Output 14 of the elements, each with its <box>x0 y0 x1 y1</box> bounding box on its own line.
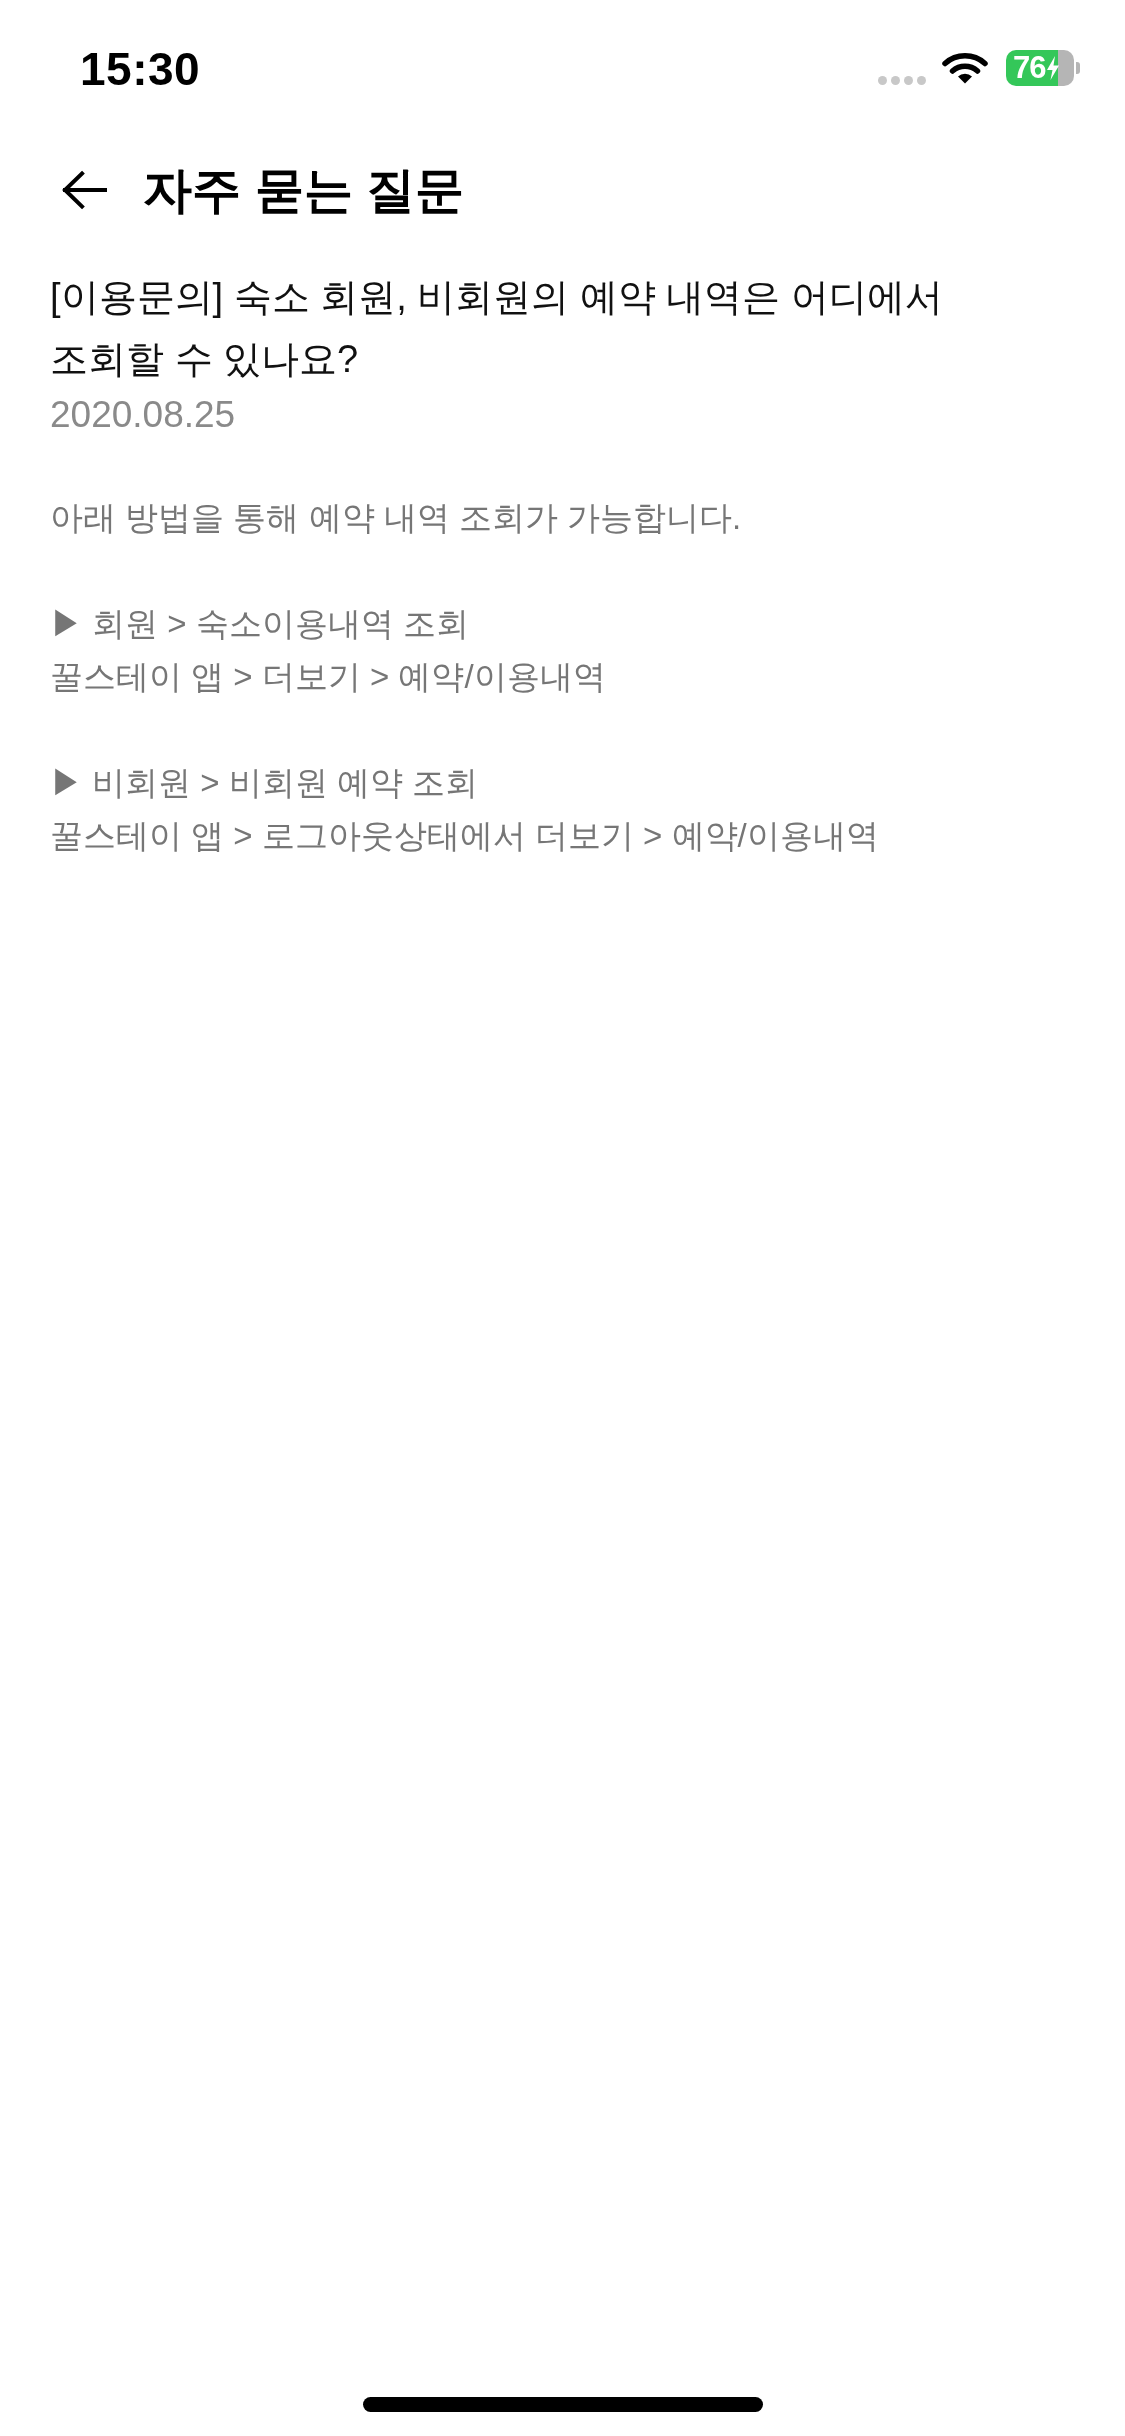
menu-path-text: 꿀스테이 앱 > 로그아웃상태에서 더보기 > 예약/이용내역 <box>50 816 880 856</box>
section-heading: ▶ 비회원 > 비회원 예약 조회 <box>50 763 480 803</box>
page-title: 자주 묻는 질문 <box>143 162 465 219</box>
wifi-icon <box>942 50 988 84</box>
menu-path-text: 꿀스테이 앱 > 더보기 > 예약/이용내역 <box>50 657 607 697</box>
intro-text: 아래 방법을 통해 예약 내역 조회가 가능합니다. <box>50 498 743 538</box>
section-heading: ▶ 회원 > 숙소이용내역 조회 <box>50 604 470 644</box>
question-title: [이용문의] 숙소 회원, 비회원의 예약 내역은 어디에서 조회할 수 있나요? <box>50 275 945 382</box>
back-arrow-icon <box>61 170 107 210</box>
signal-dots-icon <box>878 75 926 85</box>
status-time: 15:30 <box>80 42 201 96</box>
post-date: 2020.08.25 <box>50 393 237 437</box>
back-button[interactable] <box>61 170 107 210</box>
battery-percentage: 76 <box>1013 50 1046 86</box>
